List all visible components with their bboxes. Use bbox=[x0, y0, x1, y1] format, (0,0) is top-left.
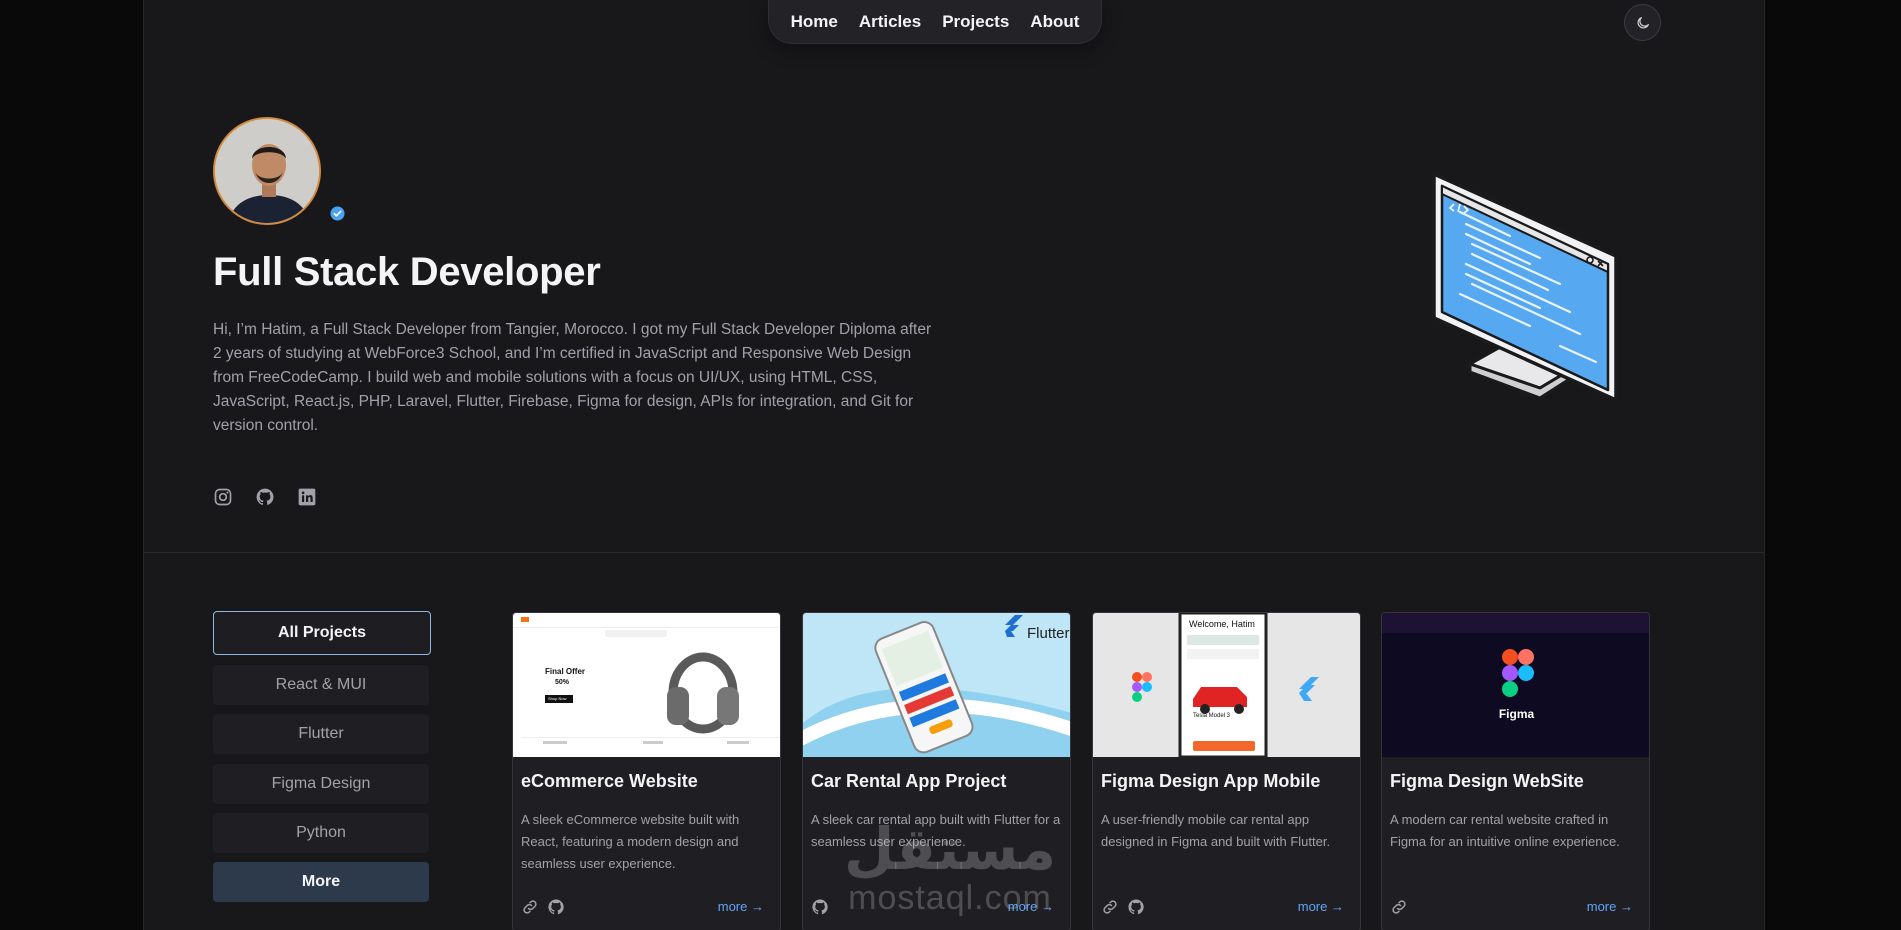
card-description: A sleek eCommerce website built with Rea… bbox=[521, 812, 740, 871]
more-link[interactable]: more → bbox=[1298, 899, 1344, 914]
filter-figma-design[interactable]: Figma Design bbox=[213, 764, 429, 804]
linkedin-icon[interactable] bbox=[297, 487, 317, 507]
project-card[interactable]: Welcome, Hatim Tesla Model 3 Figma Desig… bbox=[1092, 612, 1361, 930]
flutter-label: Flutter bbox=[1027, 625, 1070, 642]
card-description: A user-friendly mobile car rental app de… bbox=[1101, 812, 1331, 849]
app-greeting: Welcome, Hatim bbox=[1189, 619, 1255, 629]
card-title: Figma Design App Mobile bbox=[1101, 771, 1321, 791]
link-icon[interactable] bbox=[1101, 898, 1119, 916]
filter-react-mui[interactable]: React & MUI bbox=[213, 665, 429, 705]
figma-app-thumbnail: Welcome, Hatim Tesla Model 3 bbox=[1093, 613, 1360, 757]
link-icon[interactable] bbox=[521, 898, 539, 916]
project-card[interactable]: Figma Figma Design WebSite A modern car … bbox=[1381, 612, 1650, 930]
bio-text: Hi, I’m Hatim, a Full Stack Developer fr… bbox=[213, 321, 932, 434]
moon-icon bbox=[1637, 16, 1649, 28]
github-icon[interactable] bbox=[255, 487, 275, 507]
offer-headline: Final Offer bbox=[545, 667, 586, 676]
theme-toggle-button[interactable] bbox=[1624, 4, 1661, 41]
figma-website-thumbnail: Figma bbox=[1382, 613, 1649, 757]
more-link[interactable]: more → bbox=[1008, 899, 1054, 914]
filter-python[interactable]: Python bbox=[213, 813, 429, 853]
card-description: A modern car rental website crafted in F… bbox=[1390, 812, 1620, 849]
project-card[interactable]: Final Offer 50% Shop Now eCommerce Websi… bbox=[512, 612, 781, 930]
top-nav: Home Articles Projects About bbox=[768, 0, 1102, 44]
github-icon[interactable] bbox=[811, 898, 829, 916]
filter-all-projects[interactable]: All Projects bbox=[213, 611, 431, 655]
project-card[interactable]: Flutter Car Rental App Project A sleek c… bbox=[802, 612, 1071, 930]
verified-badge-icon bbox=[330, 206, 345, 221]
right-backdrop bbox=[1765, 0, 1901, 930]
card-title: eCommerce Website bbox=[521, 771, 698, 791]
nav-projects-link[interactable]: Projects bbox=[942, 12, 1009, 32]
arrow-right-icon: → bbox=[1331, 899, 1344, 914]
monitor-illustration bbox=[1432, 172, 1618, 402]
arrow-right-icon: → bbox=[1620, 899, 1633, 914]
more-link[interactable]: more → bbox=[718, 899, 764, 914]
offer-cta: Shop Now bbox=[548, 696, 567, 701]
nav-about-link[interactable]: About bbox=[1030, 12, 1079, 32]
figma-label: Figma bbox=[1498, 707, 1535, 721]
ecommerce-thumbnail: Final Offer 50% Shop Now bbox=[513, 613, 780, 757]
car-rental-thumbnail: Flutter bbox=[803, 613, 1070, 757]
filter-more-button[interactable]: More bbox=[213, 862, 429, 902]
filter-flutter[interactable]: Flutter bbox=[213, 714, 429, 754]
app-car-name: Tesla Model 3 bbox=[1193, 713, 1231, 719]
page-title: Full Stack Developer bbox=[213, 250, 601, 294]
more-link[interactable]: more → bbox=[1587, 899, 1633, 914]
nav-home-link[interactable]: Home bbox=[791, 12, 838, 32]
github-icon[interactable] bbox=[1127, 898, 1145, 916]
social-links bbox=[213, 487, 317, 507]
avatar bbox=[213, 117, 321, 225]
instagram-icon[interactable] bbox=[213, 487, 233, 507]
card-description: A sleek car rental app built with Flutte… bbox=[811, 812, 1061, 849]
link-icon[interactable] bbox=[1390, 898, 1408, 916]
section-divider bbox=[144, 552, 1764, 553]
nav-articles-link[interactable]: Articles bbox=[859, 12, 921, 32]
arrow-right-icon: → bbox=[751, 899, 764, 914]
card-title: Figma Design WebSite bbox=[1390, 771, 1584, 791]
github-icon[interactable] bbox=[547, 898, 565, 916]
left-backdrop bbox=[0, 0, 143, 930]
offer-discount: 50% bbox=[555, 679, 570, 686]
arrow-right-icon: → bbox=[1041, 899, 1054, 914]
card-title: Car Rental App Project bbox=[811, 771, 1007, 791]
